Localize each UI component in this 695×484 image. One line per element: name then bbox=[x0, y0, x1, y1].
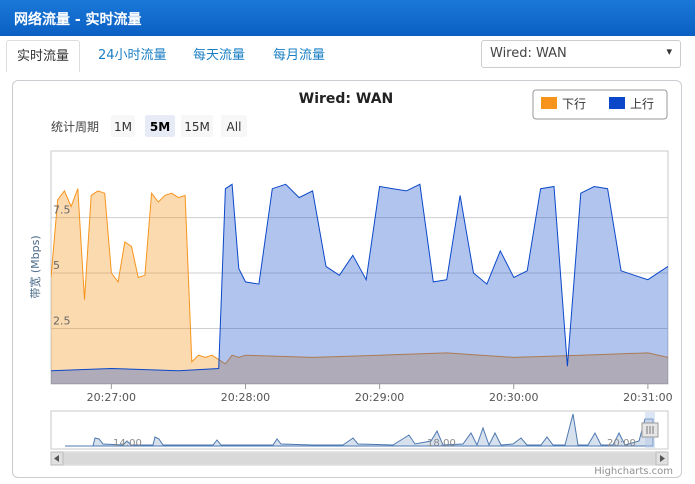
y-tick-label: 5 bbox=[53, 259, 60, 272]
y-tick-label: 7.5 bbox=[53, 204, 71, 217]
range-button-label: 15M bbox=[184, 120, 210, 134]
range-selector-label: 统计周期 bbox=[51, 120, 99, 134]
range-button-all[interactable]: All bbox=[221, 115, 247, 137]
y-tick-label: 2.5 bbox=[53, 315, 71, 328]
x-tick-label: 20:31:00 bbox=[623, 391, 672, 404]
navigator[interactable]: 14:00 18:00 20:00 bbox=[50, 410, 669, 450]
range-button-label: 5M bbox=[150, 120, 170, 134]
x-tick-label: 20:30:00 bbox=[489, 391, 538, 404]
navigator-label: 14:00 bbox=[113, 438, 142, 449]
credits-link[interactable]: Highcharts.com bbox=[594, 466, 673, 477]
interface-select[interactable]: Wired: WAN ▾ bbox=[481, 40, 681, 68]
range-button-15m[interactable]: 15M bbox=[181, 115, 213, 137]
chart-legend: 下行 上行 bbox=[532, 89, 668, 120]
legend-swatch-up bbox=[609, 97, 625, 109]
chart-panel: Wired: WAN 统计周期 1M 5M 15M All 下行 上行 2.5 5 7.5… bbox=[12, 80, 682, 478]
x-tick-label: 20:28:00 bbox=[221, 391, 270, 404]
y-axis-title: 带宽 (Mbps) bbox=[28, 235, 42, 298]
chart-title: Wired: WAN bbox=[299, 91, 394, 107]
scrollbar[interactable] bbox=[50, 451, 669, 466]
traffic-chart: Wired: WAN 统计周期 1M 5M 15M All 下行 上行 2.5 5 7.5… bbox=[28, 89, 673, 477]
navigator-label: 18:00 bbox=[427, 438, 456, 449]
tab-monthly[interactable]: 每月流量 bbox=[263, 40, 335, 72]
range-button-1m[interactable]: 1M bbox=[111, 115, 135, 137]
tab-daily[interactable]: 每天流量 bbox=[183, 40, 255, 72]
legend-label-up[interactable]: 上行 bbox=[630, 97, 654, 111]
x-tick-label: 20:29:00 bbox=[355, 391, 404, 404]
navigator-label: 20:00 bbox=[607, 438, 636, 449]
tab-24h[interactable]: 24小时流量 bbox=[88, 40, 177, 72]
range-button-label: All bbox=[227, 120, 242, 134]
legend-label-down[interactable]: 下行 bbox=[562, 97, 586, 111]
window-title: 网络流量 - 实时流量 bbox=[0, 0, 695, 36]
x-tick-label: 20:27:00 bbox=[87, 391, 136, 404]
traffic-window: 网络流量 - 实时流量 实时流量 24小时流量 每天流量 每月流量 Wired:… bbox=[0, 0, 695, 484]
chevron-down-icon: ▾ bbox=[666, 45, 672, 58]
range-button-5m[interactable]: 5M bbox=[145, 115, 175, 137]
range-button-label: 1M bbox=[114, 120, 132, 134]
legend-swatch-down bbox=[541, 97, 557, 109]
tab-realtime[interactable]: 实时流量 bbox=[6, 40, 81, 72]
scrollbar-thumb[interactable] bbox=[63, 453, 656, 464]
interface-select-value: Wired: WAN bbox=[490, 46, 567, 61]
